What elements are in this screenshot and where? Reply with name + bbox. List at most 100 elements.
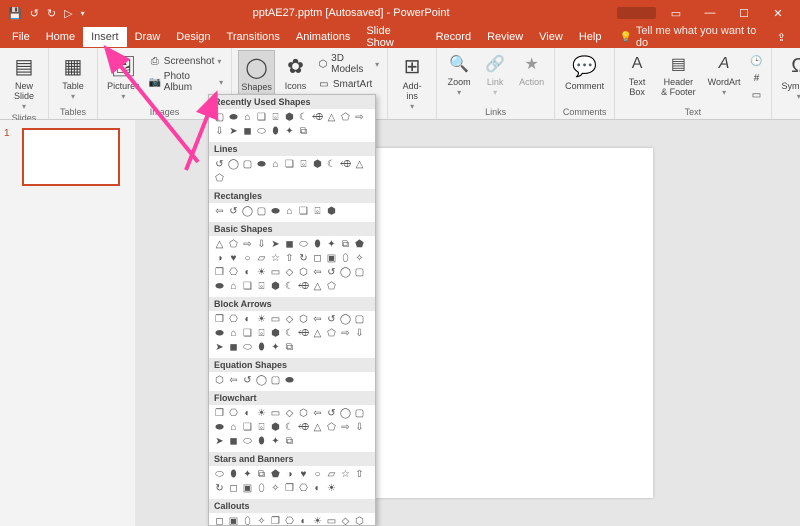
shape-item[interactable]: ⇦: [311, 407, 324, 420]
undo-icon[interactable]: ↺: [30, 7, 39, 20]
shape-item[interactable]: ✦: [325, 238, 338, 251]
shape-item[interactable]: ⬢: [325, 205, 338, 218]
shape-item[interactable]: ⌺: [255, 280, 268, 293]
shape-item[interactable]: ⬟: [269, 468, 282, 481]
shape-item[interactable]: ⌂: [283, 205, 296, 218]
smartart-button[interactable]: ▭SmartArt: [316, 77, 381, 91]
wordart-button[interactable]: AWordArt: [704, 50, 745, 99]
shape-item[interactable]: ⬲: [297, 421, 310, 434]
shape-item[interactable]: ◇: [283, 313, 296, 326]
shape-item[interactable]: ◯: [339, 266, 352, 279]
shape-item[interactable]: ⎔: [283, 515, 296, 526]
shape-item[interactable]: ⬯: [241, 515, 254, 526]
user-badge[interactable]: [617, 7, 656, 19]
tab-transitions[interactable]: Transitions: [219, 27, 288, 47]
shape-item[interactable]: ⧉: [297, 125, 310, 138]
shape-item[interactable]: ☾: [283, 280, 296, 293]
shape-item[interactable]: ❐: [213, 266, 226, 279]
shape-item[interactable]: ⬢: [269, 327, 282, 340]
shape-item[interactable]: ◇: [283, 407, 296, 420]
shape-item[interactable]: ⬲: [311, 111, 324, 124]
shape-item[interactable]: ✦: [269, 435, 282, 448]
shape-item[interactable]: ⬡: [353, 515, 366, 526]
shape-item[interactable]: ◑: [213, 252, 226, 265]
symbols-button[interactable]: ΩSymbols: [778, 50, 800, 103]
shape-item[interactable]: ⬲: [339, 158, 352, 171]
shape-item[interactable]: ▣: [241, 482, 254, 495]
shape-item[interactable]: ⬡: [297, 266, 310, 279]
shape-item[interactable]: ⬬: [227, 111, 240, 124]
photo-album-button[interactable]: 📷Photo Album: [147, 70, 225, 94]
slide-number-button[interactable]: #: [749, 71, 765, 85]
shape-item[interactable]: ↻: [213, 482, 226, 495]
shape-item[interactable]: ☀: [255, 266, 268, 279]
share-icon[interactable]: ⇪: [767, 31, 796, 44]
slide-thumbnail-1[interactable]: [22, 128, 120, 186]
shape-item[interactable]: ▢: [353, 266, 366, 279]
shape-item[interactable]: ☾: [297, 111, 310, 124]
shape-item[interactable]: ◼: [227, 341, 240, 354]
shape-item[interactable]: ⬢: [283, 111, 296, 124]
tab-file[interactable]: File: [4, 27, 38, 47]
shape-item[interactable]: ▭: [269, 313, 282, 326]
shape-item[interactable]: ◯: [241, 205, 254, 218]
tab-home[interactable]: Home: [38, 27, 83, 47]
shape-item[interactable]: ⌂: [227, 280, 240, 293]
shape-item[interactable]: ◑: [283, 468, 296, 481]
tab-design[interactable]: Design: [168, 27, 218, 47]
close-icon[interactable]: ✕: [764, 7, 792, 20]
action-button[interactable]: ★Action: [515, 50, 548, 90]
shape-item[interactable]: ↺: [213, 158, 226, 171]
zoom-button[interactable]: 🔍Zoom: [443, 50, 475, 99]
shape-item[interactable]: ◐: [241, 313, 254, 326]
shape-item[interactable]: ⇩: [353, 327, 366, 340]
shape-item[interactable]: △: [325, 111, 338, 124]
shape-item[interactable]: ⧉: [283, 435, 296, 448]
shape-item[interactable]: ◐: [311, 482, 324, 495]
shape-item[interactable]: ⬠: [325, 327, 338, 340]
pictures-button[interactable]: 🖼 Pictures: [104, 50, 143, 103]
date-time-button[interactable]: 🕒: [749, 54, 765, 68]
shape-item[interactable]: ↺: [241, 374, 254, 387]
tab-review[interactable]: Review: [479, 27, 531, 47]
shape-item[interactable]: ⌺: [311, 205, 324, 218]
shape-item[interactable]: ✦: [241, 468, 254, 481]
shape-item[interactable]: ⬬: [213, 327, 226, 340]
shape-item[interactable]: ⌺: [255, 421, 268, 434]
shape-item[interactable]: ⧉: [283, 341, 296, 354]
qat-more-icon[interactable]: ▾: [81, 9, 85, 18]
shape-item[interactable]: ❐: [283, 482, 296, 495]
shape-item[interactable]: ⬲: [297, 280, 310, 293]
shape-item[interactable]: ⬠: [213, 172, 226, 185]
start-from-beginning-icon[interactable]: ▷: [64, 7, 72, 20]
shape-item[interactable]: ↺: [325, 407, 338, 420]
shape-item[interactable]: ⬠: [339, 111, 352, 124]
textbox-button[interactable]: AText Box: [621, 50, 653, 100]
shape-item[interactable]: ⬮: [269, 125, 282, 138]
shape-item[interactable]: ⌂: [227, 327, 240, 340]
shape-item[interactable]: ⬡: [213, 374, 226, 387]
shape-item[interactable]: ⬬: [269, 205, 282, 218]
shape-item[interactable]: ⇩: [255, 238, 268, 251]
object-button[interactable]: ▭: [749, 88, 765, 102]
shape-item[interactable]: ♥: [297, 468, 310, 481]
tab-draw[interactable]: Draw: [127, 27, 169, 47]
shape-item[interactable]: ▱: [255, 252, 268, 265]
shape-item[interactable]: ⇧: [353, 468, 366, 481]
shape-item[interactable]: ◻: [213, 515, 226, 526]
new-slide-button[interactable]: ▤ New Slide: [6, 50, 42, 113]
shape-item[interactable]: ⇦: [213, 205, 226, 218]
shape-item[interactable]: ❐: [213, 313, 226, 326]
shape-item[interactable]: △: [311, 280, 324, 293]
shape-item[interactable]: ❐: [213, 407, 226, 420]
shape-item[interactable]: ⇧: [283, 252, 296, 265]
shape-item[interactable]: ⬮: [311, 238, 324, 251]
shape-item[interactable]: ⇨: [241, 238, 254, 251]
shape-item[interactable]: ◇: [339, 515, 352, 526]
shape-item[interactable]: ⬭: [255, 125, 268, 138]
shape-item[interactable]: ▣: [325, 252, 338, 265]
shape-item[interactable]: ❑: [241, 280, 254, 293]
tab-view[interactable]: View: [531, 27, 571, 47]
shape-item[interactable]: ▣: [227, 515, 240, 526]
shape-item[interactable]: ☆: [339, 468, 352, 481]
